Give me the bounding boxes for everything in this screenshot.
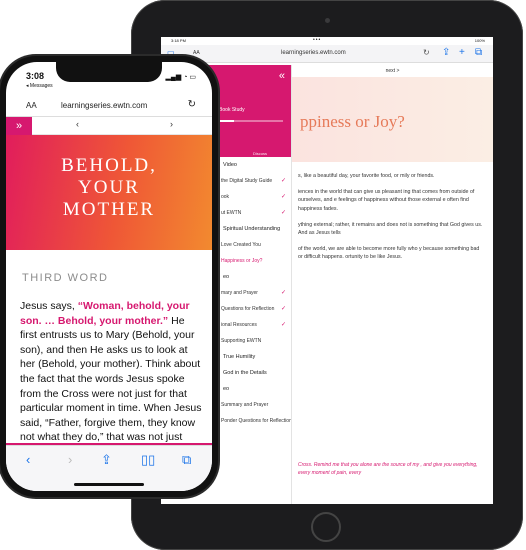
sidebar-item-label: Summary and Prayer — [221, 402, 269, 408]
home-indicator — [74, 483, 144, 486]
iphone-screen: 3:08 ◂ Messages ▂▄▆ ◔ ▭ AA learningserie… — [6, 62, 212, 491]
text-size-button[interactable]: AA — [26, 101, 37, 110]
sidebar-item-label: True Humility — [223, 354, 256, 360]
lesson-title: ppiness or Joy? — [300, 112, 405, 131]
sidebar-item-label: ook — [221, 194, 230, 200]
paragraph: iences in the world that can give us ple… — [298, 189, 475, 212]
share-icon[interactable]: ⇪ — [101, 452, 112, 468]
check-icon: ✓ — [280, 178, 286, 184]
next-icon[interactable]: › — [170, 119, 173, 129]
next-link[interactable]: next > — [386, 68, 400, 74]
paragraph: ything external; rather, it remains and … — [298, 221, 483, 237]
sidebar-item-label: ut EWTN — [221, 210, 242, 216]
lesson-body: s, like a beautiful day, your favorite f… — [292, 162, 493, 262]
lesson-hero: BEHOLD, YOUR MOTHER — [6, 135, 212, 250]
course-progress-bar — [213, 120, 283, 122]
prev-icon[interactable]: ‹ — [76, 119, 79, 129]
reload-icon[interactable]: ↻ — [188, 99, 196, 110]
sidebar-item-label: eo — [223, 386, 230, 392]
new-tab-icon[interactable]: + — [459, 47, 465, 58]
check-icon: ✓ — [280, 306, 286, 312]
sidebar-item-label: eo — [223, 274, 230, 280]
check-icon: ✓ — [280, 290, 286, 296]
prayer-text: Cross. Remind me that you alone are the … — [298, 462, 478, 476]
ipad-status-time: 3:18 PM — [171, 38, 186, 43]
lesson-body: Jesus says, “Woman, behold, your son. … … — [6, 284, 212, 445]
iphone-notch — [56, 62, 162, 82]
sidebar-item-label: Happiness or Joy? — [221, 258, 263, 264]
body-intro: Jesus says, — [20, 300, 78, 312]
sidebar-item-label: Questions for Reflection — [221, 306, 275, 312]
paragraph: of the world, we are able to become more… — [298, 246, 480, 261]
collapse-sidebar-icon[interactable]: « — [279, 70, 285, 82]
lesson-nav: » ‹ › — [6, 117, 212, 135]
iphone-status-time: 3:08 — [26, 71, 45, 81]
lesson-hero: ppiness or Joy? — [292, 77, 493, 162]
ipad-home-button[interactable] — [311, 512, 341, 542]
tabs-icon[interactable]: ⧉ — [182, 452, 191, 468]
open-menu-icon[interactable]: » — [6, 117, 32, 135]
signal-wifi-battery-icon: ▂▄▆ ◔ ▭ — [165, 74, 196, 81]
sidebar-item-label: Supporting EWTN — [221, 338, 262, 344]
sidebar-item-label: ional Resources — [221, 322, 257, 328]
text-size-button[interactable]: AA — [193, 50, 200, 56]
share-icon[interactable]: ⇪ — [442, 47, 450, 58]
hero-line: BEHOLD, — [61, 155, 157, 176]
paragraph: s, like a beautiful day, your favorite f… — [298, 173, 435, 179]
tab-discuss[interactable]: Discuss — [253, 151, 267, 156]
sidebar-item-label: Video — [223, 162, 237, 168]
forward-icon[interactable]: › — [68, 452, 72, 467]
hero-line: YOUR — [78, 177, 140, 198]
ipad-status-bar: 3:18 PM ••• 100% — [161, 37, 493, 45]
back-icon[interactable]: ‹ — [26, 452, 30, 467]
sidebar-item-label: Love Created You — [221, 242, 261, 248]
iphone-address-bar[interactable]: AA learningseries.ewtn.com ↻ — [6, 98, 212, 116]
ipad-battery-label: 100% — [474, 38, 485, 43]
sidebar-item-label: Spiritual Understanding — [223, 226, 281, 232]
section-label: THIRD WORD — [22, 272, 109, 284]
back-to-messages[interactable]: ◂ Messages — [26, 83, 53, 89]
tabs-icon[interactable]: ⧉ — [475, 47, 482, 58]
check-icon: ✓ — [280, 210, 286, 216]
sidebar-item-label: Ponder Questions for Reflection — [221, 418, 292, 424]
ipad-address-bar[interactable]: ▭ AA learningseries.ewtn.com ↻ ⇪ + ⧉ — [161, 45, 493, 63]
reload-icon[interactable]: ↻ — [423, 48, 430, 57]
ipad-status-dots: ••• — [313, 37, 322, 43]
lesson-content: next > ppiness or Joy? s, like a beautif… — [292, 65, 493, 504]
iphone-device: 3:08 ◂ Messages ▂▄▆ ◔ ▭ AA learningserie… — [0, 56, 218, 497]
bookmarks-icon[interactable]: ▯▯ — [141, 452, 155, 468]
check-icon: ✓ — [280, 322, 286, 328]
hero-line: MOTHER — [62, 199, 156, 220]
ipad-camera — [325, 18, 330, 23]
sidebar-item-label: the Digital Study Guide — [221, 178, 273, 184]
body-text: He first entrusts us to Mary (Behold, yo… — [20, 314, 202, 444]
sidebar-item-label: God in the Details — [223, 370, 267, 376]
ipad-url[interactable]: learningseries.ewtn.com — [281, 50, 346, 56]
check-icon: ✓ — [280, 194, 286, 200]
iphone-url[interactable]: learningseries.ewtn.com — [61, 101, 147, 110]
sidebar-item-label: mary and Prayer — [221, 290, 258, 296]
